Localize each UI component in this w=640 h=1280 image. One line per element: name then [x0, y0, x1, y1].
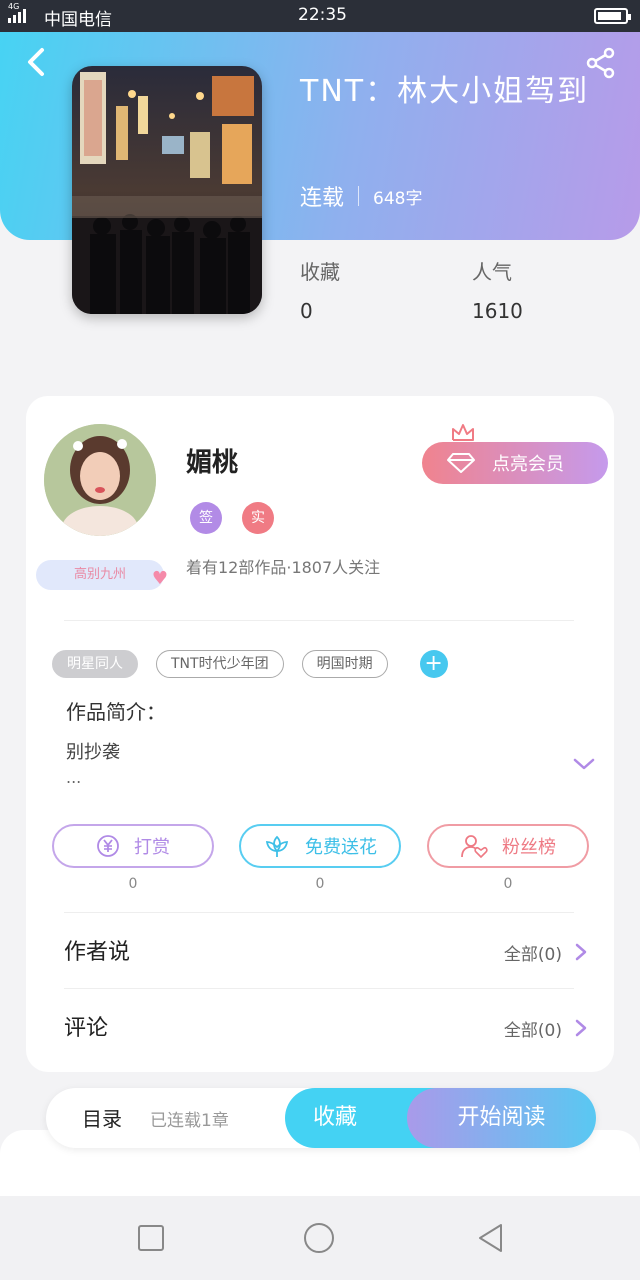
- book-cover[interactable]: [72, 66, 262, 314]
- stat-popularity: 人气 1610: [472, 256, 523, 323]
- chapter-status: 已连载1章: [150, 1111, 229, 1131]
- signal-icon: [8, 7, 26, 23]
- comments-row[interactable]: 评论 全部(0): [64, 1006, 588, 1046]
- send-flower-label: 免费送花: [305, 837, 377, 858]
- crown-icon: [452, 424, 474, 441]
- vip-button-label: 点亮会员: [492, 454, 564, 475]
- chevron-right-icon: [575, 943, 587, 961]
- row-label: 评论: [64, 1016, 109, 1041]
- frame-badge-label: 高别九州: [73, 567, 126, 582]
- avatar[interactable]: [44, 424, 156, 536]
- book-detail-card: 高别九州 ♥ 媚桃 签 实 着有12部作品·1807人关注 点亮会员 明星同人 …: [26, 396, 614, 1072]
- author-stats: 着有12部作品·1807人关注: [186, 558, 381, 577]
- divider: [64, 912, 574, 913]
- chevron-down-icon[interactable]: [572, 756, 596, 772]
- add-tag-button[interactable]: +: [419, 650, 448, 678]
- recent-apps-icon[interactable]: [135, 1222, 167, 1254]
- cover-image: [72, 66, 262, 314]
- tip-count: 0: [128, 876, 138, 892]
- table-of-contents-button[interactable]: 目录: [82, 1103, 122, 1132]
- serial-status: 连载: [300, 186, 345, 211]
- word-count: 648字: [373, 188, 423, 209]
- stat-value: 0: [300, 299, 313, 323]
- stat-label: 收藏: [300, 260, 340, 284]
- system-nav-bar: [0, 1196, 640, 1280]
- fan-ranking-button[interactable]: 粉丝榜: [427, 824, 589, 868]
- avatar-frame-badge: 高别九州 ♥: [36, 560, 168, 590]
- home-icon[interactable]: [303, 1222, 335, 1254]
- status-bar: 4G 中国电信 22:35: [0, 0, 640, 32]
- intro-title: 作品简介：: [66, 700, 166, 724]
- verified-badge: 实: [242, 502, 274, 534]
- tag-list: 明星同人 TNT时代少年团 明国时期 +: [52, 650, 448, 678]
- stat-value: 1610: [472, 299, 523, 323]
- start-reading-button[interactable]: 开始阅读: [407, 1088, 596, 1148]
- fan-count: 0: [503, 876, 513, 892]
- stat-favorites: 收藏 0: [300, 256, 340, 323]
- heart-icon: ♥: [151, 568, 168, 589]
- vip-button[interactable]: 点亮会员: [422, 442, 608, 484]
- fan-rank-icon: [461, 835, 488, 859]
- intro-text: 别抄袭: [66, 742, 120, 763]
- fan-ranking-label: 粉丝榜: [502, 837, 556, 858]
- back-button[interactable]: [20, 44, 54, 80]
- author-notes-row[interactable]: 作者说 全部(0): [64, 930, 588, 970]
- divider: [64, 988, 574, 989]
- tag-item[interactable]: TNT时代少年团: [156, 650, 284, 678]
- intro-ellipsis: ...: [66, 768, 82, 787]
- chevron-left-icon: [28, 48, 44, 76]
- book-meta: 连载 648字: [300, 180, 422, 212]
- book-title: TNT：林大小姐驾到: [300, 74, 590, 109]
- yuan-icon: [97, 835, 119, 857]
- clock: 22:35: [298, 5, 347, 25]
- tag-item[interactable]: 明国时期: [301, 650, 388, 678]
- flower-count: 0: [315, 876, 325, 892]
- signed-badge: 签: [190, 502, 222, 534]
- author-avatar-image: [44, 424, 156, 536]
- send-flower-button[interactable]: 免费送花: [239, 824, 401, 868]
- bottom-action-bar: 目录 已连载1章 收藏 开始阅读: [46, 1088, 596, 1148]
- stat-label: 人气: [472, 260, 512, 284]
- diamond-icon: [447, 453, 475, 473]
- row-value: 全部(0): [503, 945, 562, 965]
- flower-icon: [265, 835, 289, 857]
- row-label: 作者说: [64, 940, 131, 965]
- tag-item[interactable]: 明星同人: [52, 650, 138, 678]
- chevron-right-icon: [575, 1019, 587, 1037]
- row-value: 全部(0): [503, 1021, 562, 1041]
- carrier-name: 中国电信: [44, 10, 112, 30]
- author-name[interactable]: 媚桃: [186, 442, 238, 479]
- back-nav-icon[interactable]: [475, 1222, 507, 1254]
- tip-button-label: 打赏: [134, 837, 170, 858]
- divider: [64, 620, 574, 621]
- meta-divider: [358, 186, 360, 206]
- battery-icon: [594, 8, 631, 24]
- tip-button[interactable]: 打赏: [52, 824, 214, 868]
